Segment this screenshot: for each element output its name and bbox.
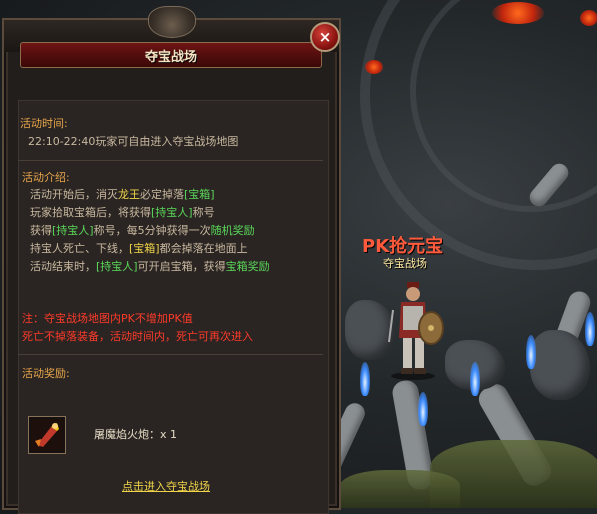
blue-flame [418,392,428,426]
highlight-text: 龙王 [118,188,140,201]
close-button[interactable]: × [310,22,340,52]
intro-line: 活动开始后，消灭龙王必定掉落[宝箱] [22,186,322,204]
notice-line-1: 注：夺宝战场地图内PK不增加PK值 [22,312,193,325]
reward-title: 活动奖励: [22,367,70,380]
intro-text: 必定掉落 [140,188,184,201]
blue-flame [526,335,536,369]
intro-line: 获得[持宝人]称号，每5分钟获得一次随机奖励 [22,222,322,240]
notice-section: 注：夺宝战场地图内PK不增加PK值 死亡不掉落装备，活动时间内，死亡可再次进入 [22,310,322,346]
warrior-character-icon[interactable] [385,280,445,380]
flame-cannon-icon [31,419,63,451]
highlight-text: 随机奖励 [210,224,255,237]
time-section: 活动时间: 22:10-22:40玩家可自由进入夺宝战场地图 [20,116,320,151]
intro-section: 活动介绍: 活动开始后，消灭龙王必定掉落[宝箱] 玩家拾取宝箱后，将获得[持宝人]… [22,170,322,276]
panel-title: 夺宝战场 [144,49,197,65]
lava-ember [365,60,383,74]
divider [18,354,323,355]
highlight-text: 宝箱奖励 [225,260,270,273]
intro-line: 持宝人死亡、下线，[宝箱]都会掉落在地面上 [22,240,322,258]
intro-text: 称号，每5分钟获得一次 [93,224,211,237]
reward-item-name: 屠魔焰火炮：x 1 [94,428,178,441]
event-panel: 夺宝战场 × 活动时间: 22:10-22:40玩家可自由进入夺宝战场地图 活动… [2,6,341,514]
intro-text: 都会掉落在地面上 [159,242,248,255]
character-guild-label: 夺宝战场 [383,257,427,270]
highlight-text: [持宝人] [96,260,138,273]
rock [530,330,590,400]
reward-section: 活动奖励: [22,366,322,382]
intro-lines: 活动开始后，消灭龙王必定掉落[宝箱] 玩家拾取宝箱后，将获得[持宝人]称号 获得[持… [22,186,322,276]
demon-face-ornament-icon [148,6,196,38]
intro-text: 玩家拾取宝箱后，将获得 [30,206,151,219]
panel-titlebar: 夺宝战场 [20,42,322,68]
intro-text: 获得 [30,224,52,237]
intro-text: 可开启宝箱，获得 [137,260,226,273]
close-icon: × [318,28,332,46]
lava-ember [580,10,597,26]
time-title: 活动时间: [20,117,68,130]
grass [340,470,460,508]
intro-text: 持宝人死亡、下线， [30,242,129,255]
reward-item-slot[interactable] [28,416,66,454]
blue-flame [470,362,480,396]
divider [18,160,323,161]
intro-line: 活动结束时，[持宝人]可开启宝箱，获得宝箱奖励 [22,258,322,276]
intro-title: 活动介绍: [22,171,70,184]
intro-text: 称号 [192,206,215,219]
blue-flame [585,312,595,346]
time-text: 22:10-22:40玩家可自由进入夺宝战场地图 [28,135,239,148]
highlight-text: [持宝人] [151,206,193,219]
intro-text: 活动开始后，消灭 [30,188,118,201]
highlight-text: [宝箱] [129,242,160,255]
highlight-text: [宝箱] [184,188,215,201]
enter-battlefield-link[interactable]: 点击进入夺宝战场 [122,478,210,494]
intro-text: 活动结束时， [30,260,96,273]
intro-line: 玩家拾取宝箱后，将获得[持宝人]称号 [22,204,322,222]
lava-ember [492,2,544,24]
blue-flame [360,362,370,396]
highlight-text: [持宝人] [52,224,94,237]
notice-line-2: 死亡不掉落装备，活动时间内，死亡可再次进入 [22,330,253,343]
